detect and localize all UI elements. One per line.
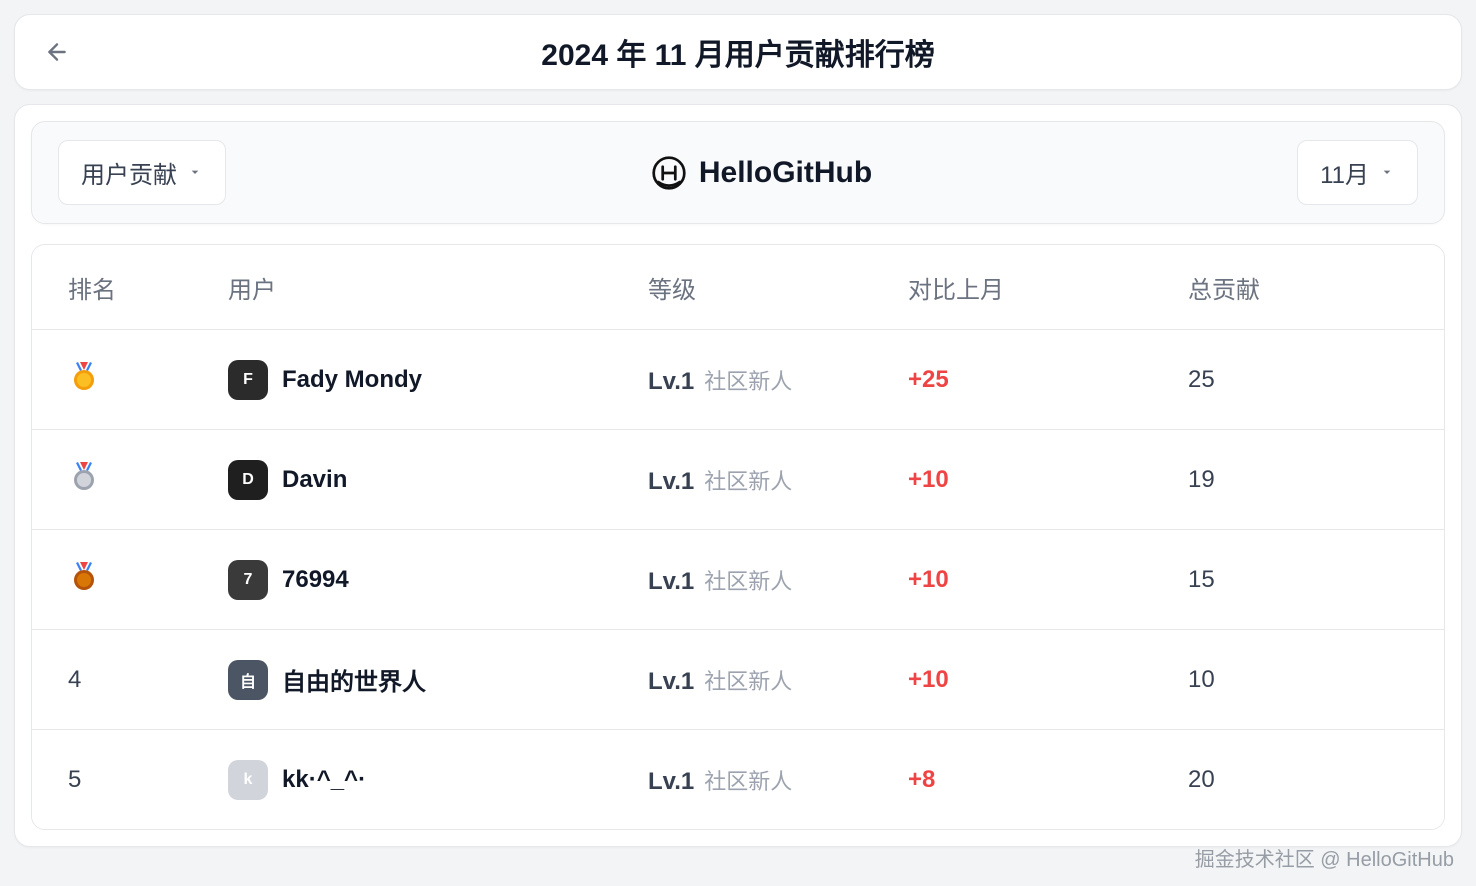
main-panel: 用户贡献 HelloGitHub 11月 (14, 104, 1462, 847)
page-title: 2024 年 11 月用户贡献排行榜 (15, 30, 1461, 74)
level-cell: Lv.1 社区新人 (648, 464, 908, 496)
table-row[interactable]: 4自自由的世界人Lv.1社区新人+1010 (32, 629, 1444, 729)
col-rank: 排名 (68, 270, 228, 305)
rank-number: 4 (68, 666, 81, 693)
table-row[interactable]: F Fady Mondy Lv.1 社区新人 +2525 (32, 329, 1444, 429)
username: Fady Mondy (282, 366, 422, 394)
brand: HelloGitHub (651, 155, 872, 191)
total-cell: 19 (1188, 466, 1408, 494)
caret-down-icon (1379, 159, 1395, 187)
level-label: 社区新人 (704, 664, 792, 696)
user-cell: D Davin (228, 460, 648, 500)
user-cell: k kk·^_^· (228, 760, 648, 800)
level-number: Lv.1 (648, 668, 694, 696)
table-row[interactable]: D Davin Lv.1 社区新人 +1019 (32, 429, 1444, 529)
col-user: 用户 (228, 270, 648, 305)
level-number: Lv.1 (648, 768, 694, 796)
table-row[interactable]: 7 76994 Lv.1 社区新人 +1015 (32, 529, 1444, 629)
category-select[interactable]: 用户贡献 (58, 140, 226, 205)
level-label: 社区新人 (704, 564, 792, 596)
delta-cell: +10 (908, 566, 1188, 594)
total-cell: 25 (1188, 366, 1408, 394)
level-cell: Lv.1 社区新人 (648, 764, 908, 796)
total-cell: 10 (1188, 666, 1408, 694)
level-cell: Lv.1 社区新人 (648, 364, 908, 396)
delta-cell: +10 (908, 466, 1188, 494)
delta-cell: +10 (908, 666, 1188, 694)
username: kk·^_^· (282, 766, 366, 794)
user-cell: F Fady Mondy (228, 360, 648, 400)
level-cell: Lv.1 社区新人 (648, 664, 908, 696)
rank-cell: 4 (68, 666, 228, 694)
avatar: k (228, 760, 268, 800)
level-number: Lv.1 (648, 468, 694, 496)
back-button[interactable] (39, 34, 75, 70)
total-cell: 20 (1188, 766, 1408, 794)
silver-medal-icon (68, 460, 100, 492)
username: Davin (282, 466, 347, 494)
col-total: 总贡献 (1188, 270, 1408, 305)
category-select-label: 用户贡献 (81, 155, 177, 190)
brand-logo-icon (651, 155, 687, 191)
month-select[interactable]: 11月 (1297, 140, 1418, 205)
bronze-medal-icon (68, 560, 100, 592)
username: 76994 (282, 566, 349, 594)
delta-cell: +25 (908, 366, 1188, 394)
username: 自由的世界人 (282, 662, 426, 697)
rank-cell (68, 560, 228, 599)
brand-name: HelloGitHub (699, 156, 872, 190)
table-header-row: 排名 用户 等级 对比上月 总贡献 (32, 245, 1444, 329)
rank-cell (68, 460, 228, 499)
rank-cell (68, 360, 228, 399)
delta-cell: +8 (908, 766, 1188, 794)
rank-number: 5 (68, 766, 81, 793)
arrow-left-icon (44, 39, 70, 65)
gold-medal-icon (68, 360, 100, 392)
user-cell: 7 76994 (228, 560, 648, 600)
level-number: Lv.1 (648, 368, 694, 396)
avatar: D (228, 460, 268, 500)
page-header: 2024 年 11 月用户贡献排行榜 (14, 14, 1462, 90)
level-label: 社区新人 (704, 464, 792, 496)
avatar: F (228, 360, 268, 400)
level-number: Lv.1 (648, 568, 694, 596)
table-row[interactable]: 5 k kk·^_^· Lv.1 社区新人 +820 (32, 729, 1444, 829)
rank-cell: 5 (68, 766, 228, 794)
leaderboard-table: 排名 用户 等级 对比上月 总贡献 F Fady Mondy Lv.1 社区新人 +25… (31, 244, 1445, 830)
col-delta: 对比上月 (908, 270, 1188, 305)
user-cell: 自自由的世界人 (228, 660, 648, 700)
avatar: 自 (228, 660, 268, 700)
level-cell: Lv.1 社区新人 (648, 564, 908, 596)
avatar: 7 (228, 560, 268, 600)
total-cell: 15 (1188, 566, 1408, 594)
level-label: 社区新人 (704, 364, 792, 396)
caret-down-icon (187, 159, 203, 187)
filter-bar: 用户贡献 HelloGitHub 11月 (31, 121, 1445, 224)
month-select-label: 11月 (1320, 155, 1369, 190)
col-level: 等级 (648, 270, 908, 305)
level-label: 社区新人 (704, 764, 792, 796)
